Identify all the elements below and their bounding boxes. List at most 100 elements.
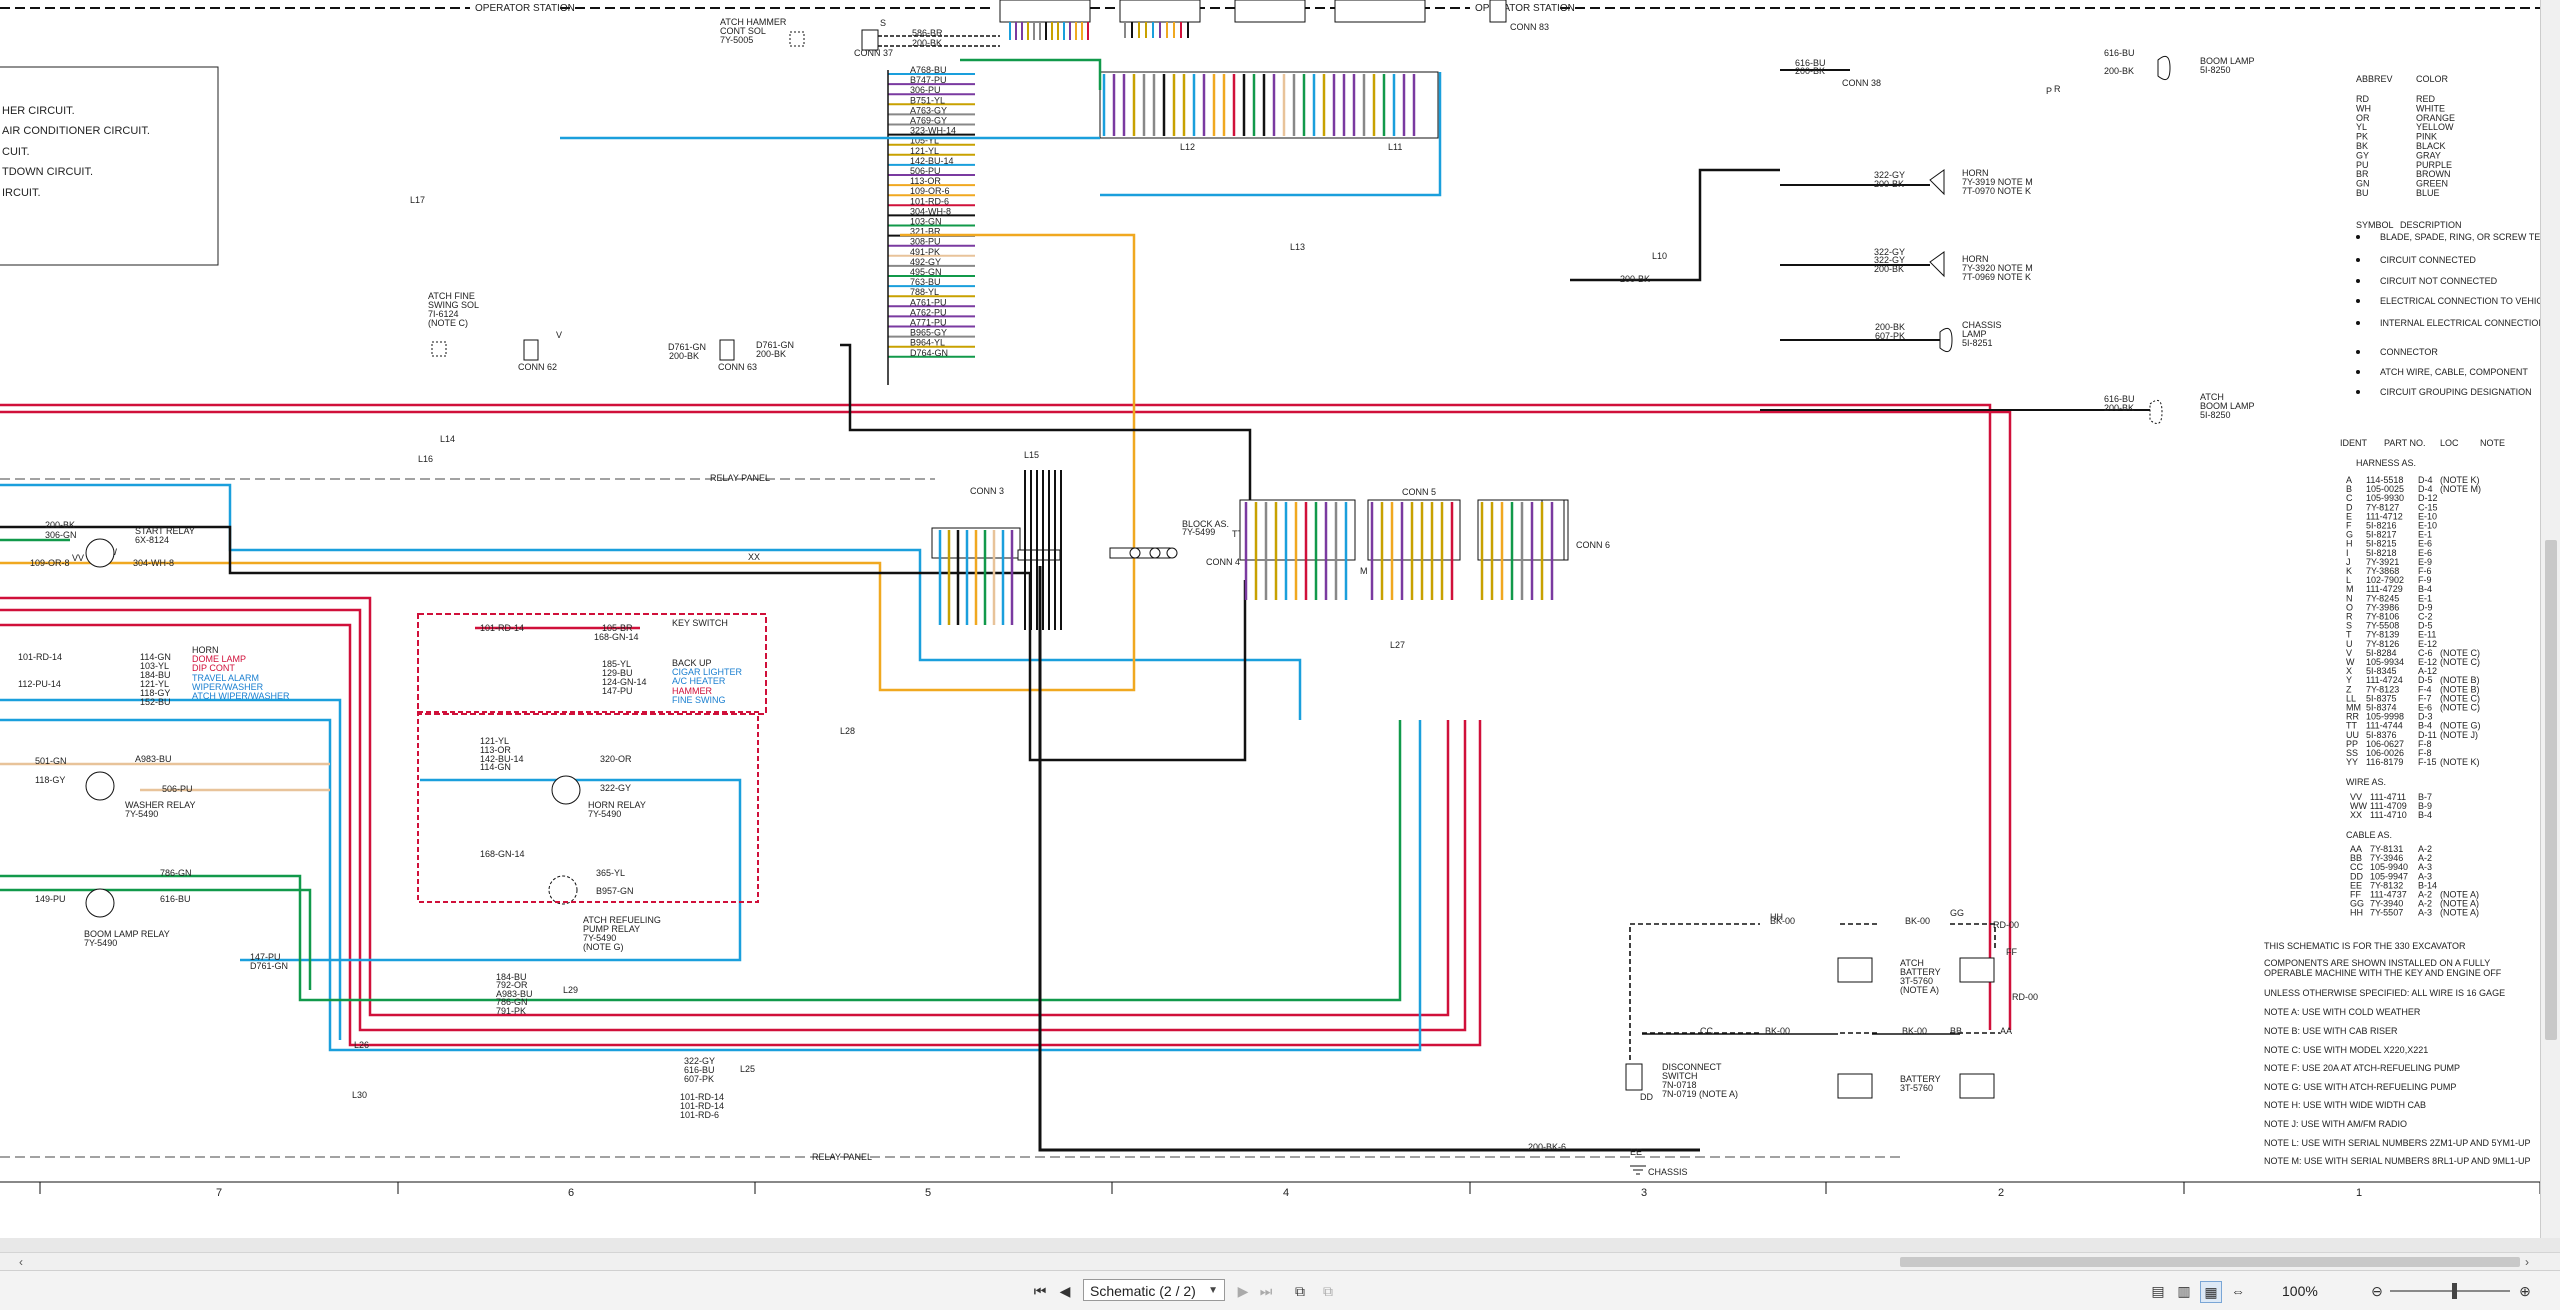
first-page-button[interactable]: ⏮	[1030, 1281, 1050, 1301]
svg-text:A/C HEATER: A/C HEATER	[672, 676, 726, 686]
bundle-wire-label: B965-GY	[910, 328, 947, 338]
bundle-wire-label: 142-BU-14	[910, 156, 954, 166]
boom-lamp: BOOM LAMP 5I-8250	[2157, 55, 2255, 81]
circuit-id-l16: L16	[418, 454, 433, 464]
boom-lamp-relay: BOOM LAMP RELAY 7Y-5490	[84, 888, 170, 948]
bundle-wire-label: A768-BU	[910, 65, 947, 75]
note-line: NOTE H: USE WITH WIDE WIDTH CAB	[2264, 1100, 2426, 1110]
copy-page-icon[interactable]: ⧉	[1290, 1281, 1310, 1301]
harness-note: (NOTE C)	[2440, 657, 2480, 667]
note-line: NOTE M: USE WITH SERIAL NUMBERS 8RL1-UP …	[2264, 1156, 2531, 1166]
legend-abbrev: BU	[2356, 188, 2369, 198]
harness-note: (NOTE M)	[2440, 484, 2481, 494]
prev-page-button[interactable]: ◀	[1056, 1281, 1074, 1301]
circuit-id-l29: L29	[563, 985, 578, 995]
harness-note: (NOTE C)	[2440, 703, 2480, 713]
atch-battery-1: ATCH BATTERY 3T-5760 (NOTE A)	[1837, 957, 1995, 995]
bundle-wire-label: 763-BU	[910, 277, 941, 287]
horizontal-scroll-thumb[interactable]	[1900, 1257, 2520, 1267]
next-page-button[interactable]: ▶	[1234, 1281, 1252, 1301]
right-wire-label: 200-BK	[756, 349, 786, 359]
mid-wire-label: 791-PK	[496, 1006, 526, 1016]
svg-text:FINE SWING: FINE SWING	[672, 695, 726, 705]
harness-note: (NOTE K)	[2440, 757, 2480, 767]
right-wire-label: 200-BK	[1874, 179, 1904, 189]
wire-label-200-bk: 200-BK	[45, 520, 75, 530]
conn4-label: CONN 4	[1206, 557, 1240, 567]
zoom-level[interactable]: 100%	[2282, 1281, 2318, 1301]
atch-boom-lamp: ATCH BOOM LAMP 5I-8250	[2149, 392, 2255, 425]
svg-text:(NOTE C): (NOTE C)	[428, 318, 468, 328]
wire-loc: B-4	[2418, 810, 2432, 820]
wire-runs	[0, 58, 2150, 1152]
paste-page-icon[interactable]: ⧉	[1318, 1281, 1338, 1301]
circuit-id-ee: EE	[1630, 1147, 1642, 1157]
zone-label: 4	[1283, 1187, 1289, 1199]
right-wire-label: RD-00	[2012, 992, 2038, 1002]
note-line: NOTE C: USE WITH MODEL X220,X221	[2264, 1045, 2428, 1055]
note-line: COMPONENTS ARE SHOWN INSTALLED ON A FULL…	[2264, 958, 2490, 968]
wire-partno: 111-4710	[2370, 810, 2407, 820]
right-wire-label: 616-BU	[2104, 48, 2135, 58]
horn-relay: HORN RELAY 7Y-5490	[551, 775, 646, 819]
vertical-scrollbar[interactable]	[2540, 0, 2560, 1238]
mid-wire-label: 101-RD-6	[680, 1110, 719, 1120]
bundle-wire-label: A763-GY	[910, 105, 947, 115]
cable-ident: HH	[2350, 908, 2363, 918]
wire-label-112-pu-14: 112-PU-14	[18, 679, 61, 689]
vertical-scroll-thumb[interactable]	[2545, 540, 2557, 1040]
legend-symbol-desc: CONNECTOR	[2380, 347, 2438, 357]
relay-panel-bottom-label: RELAY PANEL	[812, 1152, 872, 1162]
zone-label: 7	[216, 1187, 222, 1199]
connector-row	[931, 499, 1569, 561]
zoom-slider-knob[interactable]	[2452, 1283, 2457, 1299]
legend-symbol-desc: INTERNAL ELECTRICAL CONNECTION TO SURFAC…	[2380, 318, 2540, 328]
mid-wire-label: 101-RD-14	[480, 623, 524, 633]
atch-hammer-solenoid: ATCH HAMMER CONT SOL 7Y-5005	[720, 17, 879, 51]
cable-loc: A-3	[2418, 908, 2432, 918]
conn6-label: CONN 6	[1576, 540, 1610, 550]
mid-wire-label: 365-YL	[596, 868, 625, 878]
continuous-view-icon[interactable]: ▥	[2174, 1281, 2194, 1301]
wire-label-306-gn: 306-GN	[45, 530, 77, 540]
harness-ident: YY	[2346, 757, 2358, 767]
bundle-wire-label: 308-PU	[910, 237, 941, 247]
right-wire-label: 200-BK	[1874, 264, 1904, 274]
harness-title: HARNESS AS.	[2356, 458, 2416, 468]
two-page-view-icon[interactable]: ▦	[2200, 1281, 2222, 1303]
circuit-id-l25: L25	[740, 1064, 755, 1074]
legend-symbol-desc: CIRCUIT NOT CONNECTED	[2380, 276, 2498, 286]
wire-run-green	[960, 58, 1102, 90]
zoom-out-button[interactable]: ⊖	[2368, 1281, 2386, 1301]
zoom-slider[interactable]	[2390, 1290, 2510, 1292]
legend-symbol-desc: CIRCUIT GROUPING DESIGNATION	[2380, 387, 2532, 397]
circuit-id-l11: L11	[1388, 142, 1402, 152]
bundle-wire-label: 492-GY	[910, 257, 941, 267]
circuit-id-l17: L17	[410, 195, 425, 205]
bundle-wire-label: 323-WH-14	[910, 126, 956, 136]
circuit-id-xx: XX	[748, 552, 760, 562]
scroll-right-arrow[interactable]: ›	[2520, 1253, 2534, 1271]
horn-2: HORN 7Y-3920 NOTE M 7T-0969 NOTE K	[1929, 251, 2033, 282]
bundle-wire-label: 495-GN	[910, 267, 942, 277]
single-page-view-icon[interactable]: ▤	[2148, 1281, 2168, 1301]
conn3-label: CONN 3	[970, 486, 1004, 496]
scroll-left-arrow[interactable]: ‹	[14, 1253, 28, 1271]
svg-text:5I-8250: 5I-8250	[2200, 410, 2231, 420]
bundle-wire-label: 506-PU	[910, 166, 941, 176]
right-wire-label: 200-BK-6	[1528, 1142, 1566, 1152]
conn5-label: CONN 5	[1402, 487, 1436, 497]
bundle-wire-label: 109-OR-6	[910, 186, 950, 196]
conn38-label: CONN 38	[1842, 78, 1881, 88]
note-line: NOTE B: USE WITH CAB RISER	[2264, 1026, 2398, 1036]
last-page-button[interactable]: ⏭	[1256, 1281, 1276, 1301]
horizontal-scrollbar[interactable]: ‹ ›	[0, 1252, 2560, 1271]
page-select[interactable]: Schematic (2 / 2) ▼	[1083, 1279, 1225, 1301]
zoom-in-button[interactable]: ⊕	[2516, 1281, 2534, 1301]
bundle-wire-label: A761-PU	[910, 297, 947, 307]
legend-symbol-desc: ELECTRICAL CONNECTION TO VEHICLE STRUCTU…	[2380, 296, 2540, 306]
mid-wire-label: 322-GY	[600, 783, 631, 793]
note-header: NOTE	[2480, 438, 2505, 448]
fit-view-icon[interactable]: ⇔	[2228, 1281, 2248, 1301]
note-line: THIS SCHEMATIC IS FOR THE 330 EXCAVATOR	[2264, 941, 2466, 951]
